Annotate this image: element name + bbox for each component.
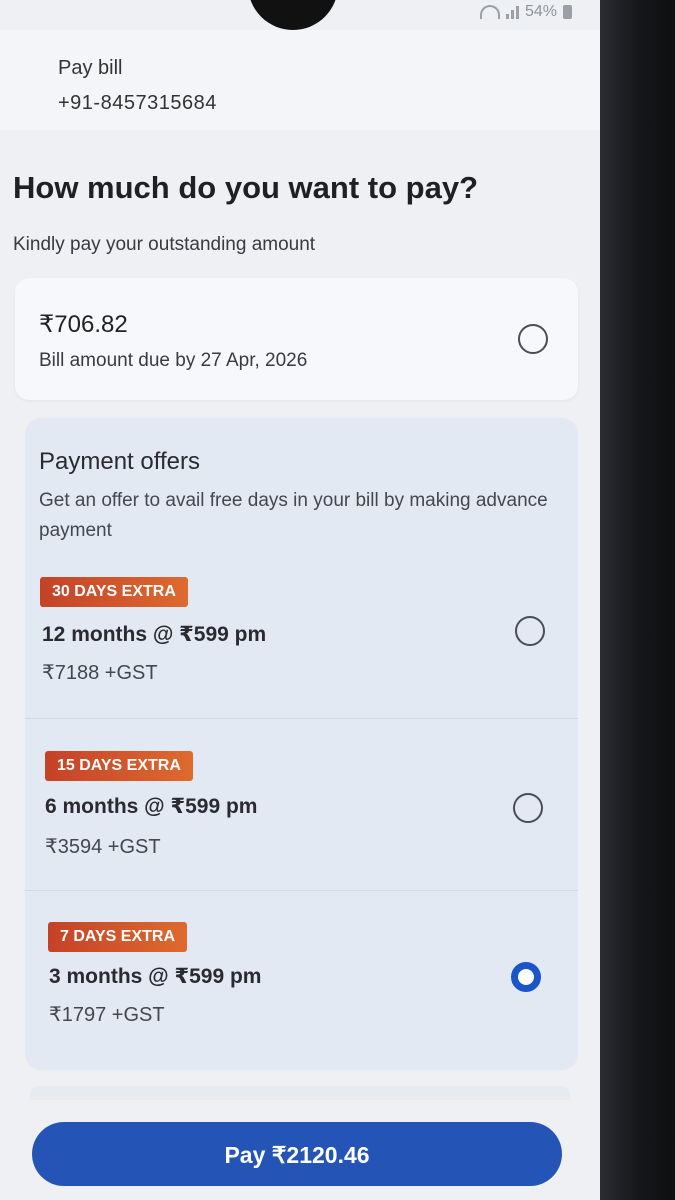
pay-subheading: Kindly pay your outstanding amount <box>13 234 316 255</box>
offer-plan: 3 months @ ₹599 pm <box>49 965 262 988</box>
offer-badge: 7 DAYS EXTRA <box>48 922 187 952</box>
wifi-icon <box>479 5 500 19</box>
phone-bezel <box>600 0 675 1200</box>
offer-item-6-months[interactable]: 15 DAYS EXTRA 6 months @ ₹599 pm ₹3594 +… <box>25 748 578 888</box>
bill-due-option[interactable]: ₹706.82 Bill amount due by 27 Apr, 2026 <box>15 278 578 400</box>
offer-radio-button-selected[interactable] <box>511 962 541 992</box>
payment-offers-card: Payment offers Get an offer to avail fre… <box>25 418 578 1070</box>
offer-item-12-months[interactable]: 30 DAYS EXTRA 12 months @ ₹599 pm ₹7188 … <box>25 574 578 714</box>
offer-price: ₹1797 +GST <box>49 1004 165 1026</box>
offer-plan: 6 months @ ₹599 pm <box>45 795 258 818</box>
offer-divider <box>25 890 578 891</box>
page-title: Pay bill <box>58 57 123 79</box>
offer-price: ₹7188 +GST <box>42 662 158 684</box>
offer-item-3-months[interactable]: 7 DAYS EXTRA 3 months @ ₹599 pm ₹1797 +G… <box>25 920 578 1060</box>
signal-icon <box>505 5 519 19</box>
offer-divider <box>25 718 578 719</box>
offer-radio-button[interactable] <box>513 793 543 823</box>
status-bar: 54% <box>479 0 572 24</box>
offer-plan: 12 months @ ₹599 pm <box>42 623 267 646</box>
offer-badge: 15 DAYS EXTRA <box>45 751 193 781</box>
due-amount: ₹706.82 <box>39 311 128 338</box>
offers-title: Payment offers <box>39 448 200 475</box>
due-radio-button[interactable] <box>518 324 548 354</box>
offer-badge: 30 DAYS EXTRA <box>40 577 188 607</box>
pay-heading: How much do you want to pay? <box>13 170 478 205</box>
battery-percent: 54% <box>524 3 557 20</box>
camera-notch <box>248 0 338 30</box>
app-header: Pay bill +91-8457315684 <box>0 30 600 130</box>
offers-description: Get an offer to avail free days in your … <box>39 490 548 541</box>
battery-icon <box>563 5 572 19</box>
next-card-edge <box>30 1086 570 1100</box>
offer-price: ₹3594 +GST <box>45 836 161 858</box>
due-date-text: Bill amount due by 27 Apr, 2026 <box>39 350 308 371</box>
offer-radio-button[interactable] <box>515 616 545 646</box>
phone-number: +91-8457315684 <box>58 92 217 114</box>
pay-button[interactable]: Pay ₹2120.46 <box>32 1122 562 1186</box>
app-screen: 54% Pay bill +91-8457315684 How much do … <box>0 0 600 1200</box>
